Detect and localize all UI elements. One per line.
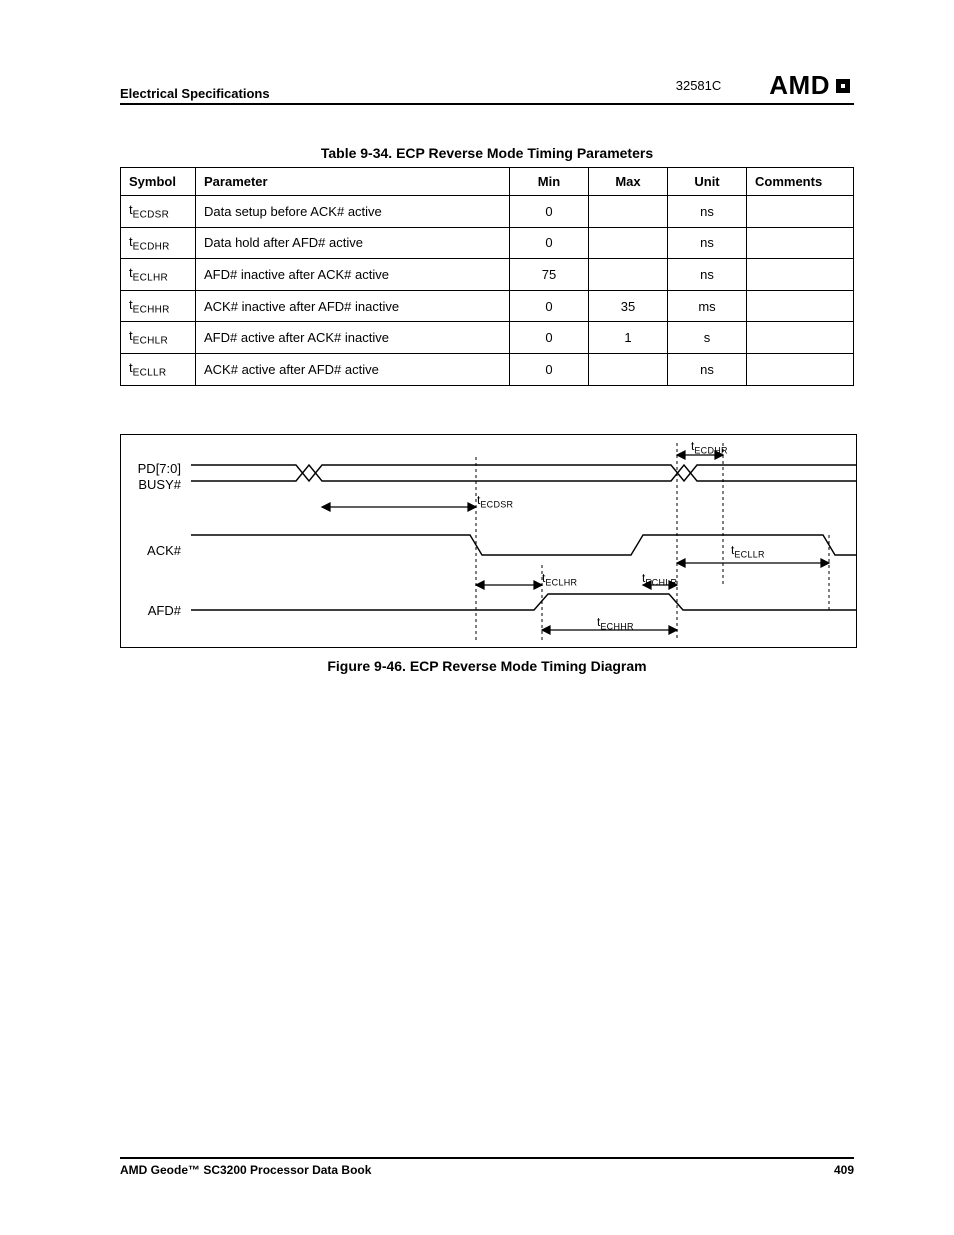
cell-symbol: tECDSR — [121, 196, 196, 228]
cell-parameter: Data hold after AFD# active — [196, 227, 510, 259]
cell-unit: ns — [668, 227, 747, 259]
table-row: tECDHRData hold after AFD# active0 ns — [121, 227, 854, 259]
cell-max: 1 — [589, 322, 668, 354]
col-unit: Unit — [668, 168, 747, 196]
col-comments: Comments — [747, 168, 854, 196]
figure-container: PD[7:0] BUSY# ACK# AFD# tECDHR tECDSR tE… — [120, 434, 854, 674]
cell-symbol: tECHHR — [121, 290, 196, 322]
cell-max — [589, 353, 668, 385]
cell-symbol: tECDHR — [121, 227, 196, 259]
cell-unit: ns — [668, 196, 747, 228]
timing-diagram: PD[7:0] BUSY# ACK# AFD# tECDHR tECDSR tE… — [120, 434, 857, 648]
signal-label-busy: BUSY# — [121, 477, 181, 492]
col-min: Min — [510, 168, 589, 196]
table-row: tECHHRACK# inactive after AFD# inactive0… — [121, 290, 854, 322]
cell-comments — [747, 353, 854, 385]
cell-comments — [747, 196, 854, 228]
footer-left: AMD Geode™ SC3200 Processor Data Book — [120, 1163, 371, 1177]
cell-max — [589, 259, 668, 291]
cell-max — [589, 196, 668, 228]
cell-parameter: ACK# inactive after AFD# inactive — [196, 290, 510, 322]
amd-logo: AMD — [769, 70, 854, 101]
cell-symbol: tECHLR — [121, 322, 196, 354]
signal-label-ack: ACK# — [121, 543, 181, 558]
cell-parameter: Data setup before ACK# active — [196, 196, 510, 228]
waveform-svg — [191, 435, 856, 647]
amd-logo-text: AMD — [769, 70, 830, 101]
table-header-row: Symbol Parameter Min Max Unit Comments — [121, 168, 854, 196]
col-symbol: Symbol — [121, 168, 196, 196]
col-max: Max — [589, 168, 668, 196]
footer-page-number: 409 — [834, 1163, 854, 1177]
page-footer: AMD Geode™ SC3200 Processor Data Book 40… — [120, 1157, 854, 1177]
cell-parameter: ACK# active after AFD# active — [196, 353, 510, 385]
cell-min: 75 — [510, 259, 589, 291]
cell-max — [589, 227, 668, 259]
header-right: 32581C AMD — [676, 70, 854, 101]
cell-min: 0 — [510, 196, 589, 228]
cell-unit: s — [668, 322, 747, 354]
table-row: tECLLRACK# active after AFD# active0 ns — [121, 353, 854, 385]
table-row: tECHLRAFD# active after ACK# inactive01s — [121, 322, 854, 354]
table-row: tECLHRAFD# inactive after ACK# active75 n… — [121, 259, 854, 291]
cell-symbol: tECLLR — [121, 353, 196, 385]
page: Electrical Specifications 32581C AMD Tab… — [0, 0, 954, 1235]
cell-parameter: AFD# inactive after ACK# active — [196, 259, 510, 291]
cell-min: 0 — [510, 322, 589, 354]
cell-unit: ms — [668, 290, 747, 322]
section-title: Electrical Specifications — [120, 86, 270, 101]
doc-number: 32581C — [676, 78, 722, 93]
cell-max: 35 — [589, 290, 668, 322]
cell-comments — [747, 322, 854, 354]
col-parameter: Parameter — [196, 168, 510, 196]
amd-arrow-icon — [832, 75, 854, 97]
cell-comments — [747, 227, 854, 259]
cell-parameter: AFD# active after ACK# inactive — [196, 322, 510, 354]
figure-caption: Figure 9-46. ECP Reverse Mode Timing Dia… — [120, 658, 854, 674]
page-header: Electrical Specifications 32581C AMD — [120, 70, 854, 105]
timing-parameters-table: Symbol Parameter Min Max Unit Comments t… — [120, 167, 854, 386]
cell-comments — [747, 290, 854, 322]
signal-label-pd: PD[7:0] — [121, 461, 181, 476]
cell-min: 0 — [510, 227, 589, 259]
cell-unit: ns — [668, 259, 747, 291]
cell-symbol: tECLHR — [121, 259, 196, 291]
cell-unit: ns — [668, 353, 747, 385]
cell-comments — [747, 259, 854, 291]
table-row: tECDSRData setup before ACK# active0 ns — [121, 196, 854, 228]
signal-label-afd: AFD# — [121, 603, 181, 618]
cell-min: 0 — [510, 353, 589, 385]
table-title: Table 9-34. ECP Reverse Mode Timing Para… — [120, 145, 854, 161]
cell-min: 0 — [510, 290, 589, 322]
